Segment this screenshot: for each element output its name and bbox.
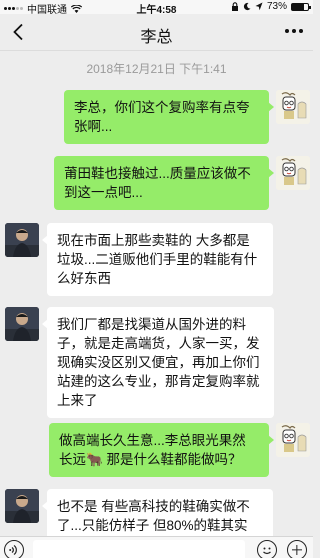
message-bubble[interactable]: 现在市面上那些卖鞋的 大多都是垃圾...二道贩他们手里的鞋能有什么好东西 bbox=[42, 223, 273, 296]
avatar-image bbox=[5, 307, 39, 341]
chat-timestamp: 2018年12月21日 下午1:41 bbox=[86, 62, 227, 76]
more-dots-icon bbox=[285, 29, 289, 33]
chat-area[interactable]: 2018年12月21日 下午1:41 李总，你们这个复购率有点夸张啊... 莆田… bbox=[0, 51, 313, 536]
voice-button[interactable] bbox=[4, 540, 24, 558]
message-bubble[interactable]: 莆田鞋也接触过...质量应该做不到这一点吧... bbox=[54, 156, 274, 210]
avatar-image bbox=[276, 423, 310, 457]
avatar[interactable] bbox=[276, 423, 310, 457]
message-bubble[interactable]: 我们厂都是找渠道从国外进的料子，就是走高端货，人家一买，发现确实没区别又便宜，再… bbox=[42, 307, 274, 418]
battery-icon bbox=[291, 2, 311, 11]
avatar[interactable] bbox=[5, 307, 39, 341]
more-button[interactable] bbox=[285, 29, 303, 33]
message-bubble[interactable]: 也不是 有些高科技的鞋确实做不了...只能仿样子 但80%的鞋其实 bbox=[42, 489, 273, 536]
message-bubble[interactable]: 做高端长久生意...李总眼光果然长远🐂 那是什么鞋都能做吗？ bbox=[49, 423, 274, 477]
avatar[interactable] bbox=[276, 90, 310, 124]
avatar-image bbox=[5, 489, 39, 523]
avatar[interactable] bbox=[5, 489, 39, 523]
status-bar: 中国联通 上午4:58 73% bbox=[0, 0, 313, 16]
nav-bar: 李总 bbox=[0, 14, 313, 51]
plus-button[interactable] bbox=[287, 540, 307, 558]
input-bar bbox=[0, 536, 313, 558]
do-not-disturb-icon bbox=[243, 2, 251, 11]
chat-title: 李总 bbox=[140, 29, 173, 46]
avatar[interactable] bbox=[276, 156, 310, 190]
emoji-icon bbox=[263, 547, 271, 555]
battery-level bbox=[292, 3, 304, 10]
battery-percent: 73% bbox=[266, 1, 287, 12]
message-input[interactable] bbox=[33, 540, 245, 558]
avatar-image bbox=[276, 90, 310, 124]
avatar-image bbox=[5, 223, 39, 257]
status-right: 73% bbox=[231, 1, 311, 12]
emoji-button[interactable] bbox=[257, 540, 277, 558]
voice-icon bbox=[9, 545, 17, 555]
avatar-image bbox=[276, 156, 310, 190]
message-bubble[interactable]: 李总，你们这个复购率有点夸张啊... bbox=[64, 90, 274, 144]
location-icon bbox=[255, 2, 263, 11]
screen-lock-icon bbox=[231, 2, 238, 11]
avatar[interactable] bbox=[5, 223, 39, 257]
